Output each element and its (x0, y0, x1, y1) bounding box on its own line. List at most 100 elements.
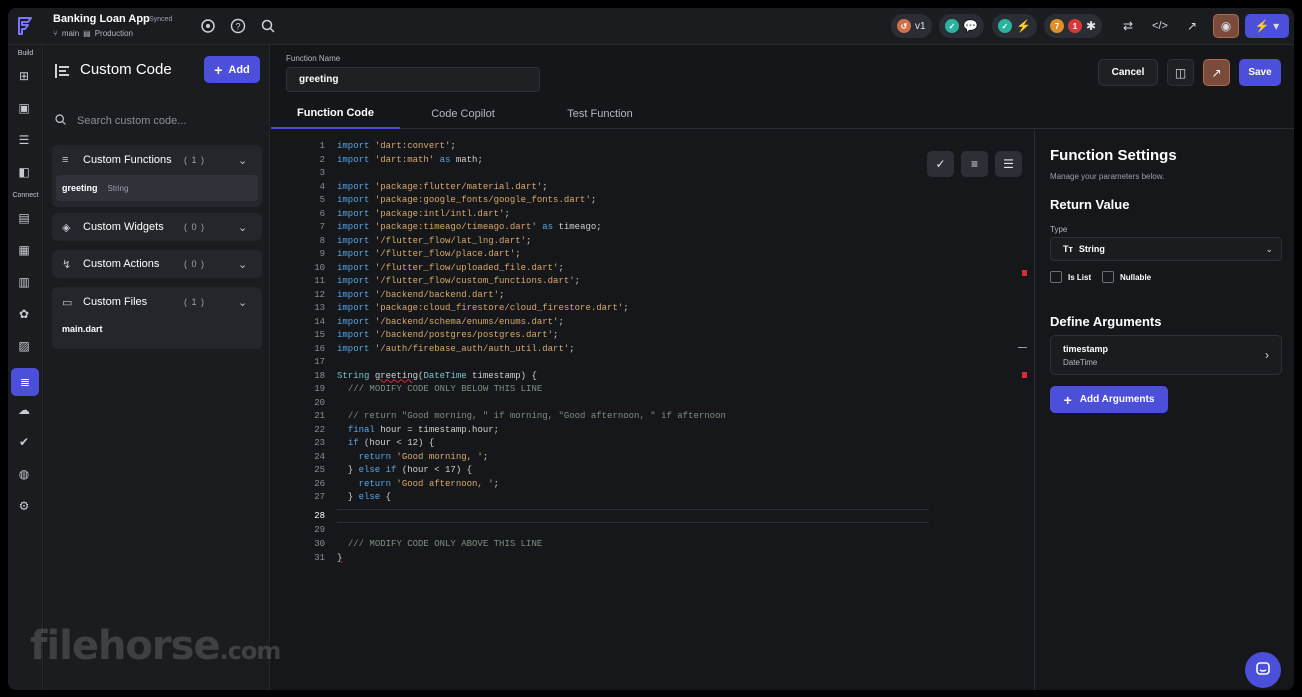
components-icon[interactable]: ◧ (15, 163, 33, 181)
code-line: 25 } else if (hour < 17) { (314, 465, 473, 475)
code-line: 1 import 'dart:convert'; (319, 141, 456, 151)
flutterflow-logo-icon[interactable] (13, 14, 37, 38)
tab-function-code[interactable]: Function Code (271, 99, 400, 129)
filehorse-watermark: filehorse.com (30, 623, 281, 669)
nullable-checkbox[interactable]: Nullable (1102, 271, 1151, 283)
file-icon: ▭ (62, 296, 73, 309)
share-icon[interactable]: ⇄ (1115, 14, 1141, 38)
run-lightning-button[interactable]: ⚡ ▾ (1245, 14, 1289, 38)
comments-pill[interactable]: ✓ 💬 (939, 14, 984, 38)
app-window: Banking Loan App Synced ⑂ main ▤ Product… (8, 8, 1294, 690)
settings-subtitle: Manage your parameters below. (1050, 172, 1165, 181)
widget-tree-icon[interactable]: ☰ (15, 131, 33, 149)
custom-widgets-header[interactable]: ◈ Custom Widgets ( 0 ) ⌄ (52, 213, 262, 241)
argument-type: DateTime (1063, 358, 1098, 367)
comment-icon: 💬 (963, 19, 978, 33)
deploy-pill[interactable]: ✓ ⚡ (992, 14, 1037, 38)
argument-name: timestamp (1063, 344, 1109, 354)
open-in-new-icon[interactable]: ↗ (1203, 59, 1230, 86)
tab-code-copilot[interactable]: Code Copilot (407, 99, 519, 129)
code-line: 16 import '/auth/firebase_auth/auth_util.… (314, 343, 575, 354)
add-custom-code-button[interactable]: + Add (204, 56, 260, 83)
code-line: 21 // return "Good morning, " if morning… (314, 411, 726, 421)
branch-name: main (61, 29, 80, 38)
check-icon: ✓ (945, 19, 959, 33)
editor-tabs: Function Code Code Copilot Test Function (271, 99, 1294, 129)
pages-icon[interactable]: ▣ (15, 99, 33, 117)
split-view-icon[interactable]: ◫ (1167, 59, 1194, 86)
code-icon[interactable]: </> (1147, 14, 1173, 38)
cancel-button[interactable]: Cancel (1098, 59, 1158, 86)
project-title[interactable]: Banking Loan App (53, 13, 150, 25)
function-item-greeting[interactable]: greeting String (56, 175, 258, 201)
group-label: Custom Functions (83, 154, 172, 166)
check-icon: ✓ (998, 19, 1012, 33)
share-nodes-icon[interactable] (200, 18, 216, 34)
checkbox-box (1102, 271, 1114, 283)
define-arguments-heading: Define Arguments (1050, 314, 1162, 329)
plus-icon: + (214, 61, 223, 78)
code-line: 19 /// MODIFY CODE ONLY BELOW THIS LINE (314, 384, 543, 394)
branch-info[interactable]: ⑂ main ▤ Production (53, 29, 133, 38)
agents-icon[interactable]: ✿ (15, 305, 33, 323)
code-line: 4 import 'package:flutter/material.dart'; (319, 181, 548, 192)
custom-code-icon[interactable]: ≣ (11, 368, 39, 396)
group-label: Custom Files (83, 296, 148, 308)
plus-icon: + (1063, 391, 1072, 408)
firestore-icon[interactable]: ▦ (15, 241, 33, 259)
custom-actions-header[interactable]: ↯ Custom Actions ( 0 ) ⌄ (52, 250, 262, 278)
search-custom-code[interactable]: Search custom code... (54, 113, 186, 129)
search-icon[interactable] (260, 18, 276, 34)
return-type-select[interactable]: Tт String ⌄ (1050, 237, 1282, 261)
explorer-title: Custom Code (80, 61, 172, 78)
preview-eye-icon[interactable]: ◉ (1213, 14, 1239, 38)
tests-icon[interactable]: ✔ (15, 433, 33, 451)
add-arguments-label: Add Arguments (1079, 394, 1155, 405)
error-count: 1 (1068, 19, 1082, 33)
tab-test-function[interactable]: Test Function (535, 99, 665, 129)
left-nav-rail: Build ⊞ ▣ ☰ ◧ Connect ▤ ▦ ▥ ✿ ▨ ≣ ☁ ✔ ◍ … (8, 45, 43, 690)
add-widget-icon[interactable]: ⊞ (15, 67, 33, 85)
argument-item[interactable]: timestamp DateTime › (1050, 335, 1282, 375)
open-external-icon[interactable]: ↗ (1179, 14, 1205, 38)
chevron-down-icon[interactable]: ⌄ (238, 221, 247, 234)
file-item-main-dart[interactable]: main.dart (52, 317, 262, 341)
database-icon: ▤ (83, 29, 91, 38)
custom-functions-header[interactable]: ≡ Custom Functions ( 1 ) ⌄ (52, 145, 262, 175)
theme-icon[interactable]: ◍ (15, 465, 33, 483)
function-return-type: String (107, 183, 129, 193)
chat-icon (1255, 661, 1271, 680)
top-bar: Banking Loan App Synced ⑂ main ▤ Product… (8, 8, 1294, 45)
chat-support-button[interactable] (1245, 652, 1281, 688)
function-name-label: Function Name (286, 54, 341, 63)
custom-files-header[interactable]: ▭ Custom Files ( 1 ) ⌄ (52, 287, 262, 317)
chevron-down-icon[interactable]: ⌄ (238, 296, 247, 309)
api-calls-icon[interactable]: ▥ (15, 273, 33, 291)
search-input[interactable]: Search custom code... (77, 115, 186, 127)
cursor-marker (1018, 347, 1027, 348)
cloud-functions-icon[interactable]: ☁ (15, 401, 33, 419)
media-assets-icon[interactable]: ▨ (15, 337, 33, 355)
version-pill[interactable]: ↺ v1 (891, 14, 932, 38)
return-value-heading: Return Value (1050, 197, 1130, 212)
data-types-icon[interactable]: ▤ (15, 209, 33, 227)
custom-code-title-icon (54, 62, 72, 83)
function-name-input[interactable]: greeting (286, 67, 540, 92)
code-line: 6 import 'package:intl/intl.dart'; (319, 208, 510, 219)
save-button[interactable]: Save (1239, 59, 1281, 86)
settings-gear-icon[interactable]: ⚙ (15, 497, 33, 515)
code-line: 28 (314, 511, 325, 521)
action-icon: ↯ (62, 258, 72, 271)
code-line: 30 /// MODIFY CODE ONLY ABOVE THIS LINE (314, 539, 543, 549)
issues-pill[interactable]: 7 1 ✱ (1044, 14, 1103, 38)
code-line: 22 final hour = timestamp.hour; (314, 424, 500, 435)
bug-icon: ✱ (1086, 19, 1097, 33)
code-editor[interactable]: ✓ ≡ ☰ 1 import 'dart:convert'; 2 import 'd… (271, 130, 1034, 690)
code-line: 20 (314, 397, 325, 408)
chevron-down-icon[interactable]: ⌄ (238, 154, 247, 167)
add-arguments-button[interactable]: + Add Arguments (1050, 386, 1168, 413)
chevron-down-icon[interactable]: ⌄ (238, 258, 247, 271)
checkbox-box (1050, 271, 1062, 283)
is-list-checkbox[interactable]: Is List (1050, 271, 1091, 283)
help-icon[interactable]: ? (230, 18, 246, 34)
